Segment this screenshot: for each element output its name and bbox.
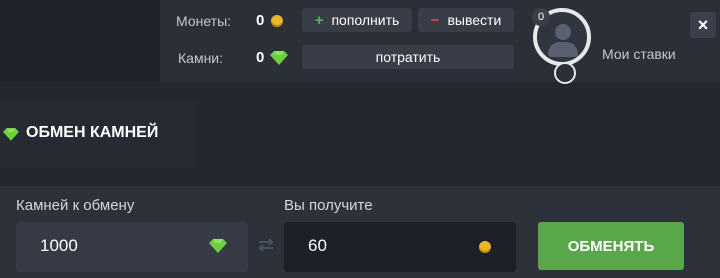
plus-icon: + xyxy=(314,11,324,29)
spend-label: потратить xyxy=(375,49,441,65)
coin-icon xyxy=(479,241,491,253)
coin-icon xyxy=(271,15,283,27)
gem-icon xyxy=(270,51,288,65)
spend-button[interactable]: потратить xyxy=(302,45,514,69)
you-receive-label: Вы получите xyxy=(284,197,373,214)
gem-icon xyxy=(209,239,227,253)
level-badge: 0 xyxy=(532,8,550,26)
exchange-button-label: ОБМЕНЯТЬ xyxy=(567,237,655,255)
withdraw-label: вывести xyxy=(447,12,502,28)
page-title: ОБМЕН КАМНЕЙ xyxy=(26,124,159,141)
user-avatar-body xyxy=(548,42,578,57)
close-icon: × xyxy=(697,14,709,35)
deposit-button[interactable]: + пополнить xyxy=(302,8,412,32)
top-left-panel xyxy=(0,0,160,82)
avatar-status-bubble xyxy=(554,62,576,84)
swap-arrows-icon xyxy=(258,238,274,252)
deposit-label: пополнить xyxy=(331,12,400,28)
gems-label: Камни: xyxy=(178,50,224,66)
gems-amount-value[interactable]: 1000 xyxy=(40,236,78,256)
minus-icon: − xyxy=(430,11,440,29)
withdraw-button[interactable]: − вывести xyxy=(418,8,514,32)
coins-value: 0 xyxy=(256,12,265,29)
exchange-button[interactable]: ОБМЕНЯТЬ xyxy=(538,222,684,270)
gem-icon xyxy=(3,128,19,141)
gems-value: 0 xyxy=(256,49,265,66)
coins-label: Монеты: xyxy=(176,13,232,29)
receive-amount-value: 60 xyxy=(308,236,327,255)
close-button[interactable]: × xyxy=(690,12,716,38)
user-avatar-icon xyxy=(555,24,571,40)
gems-to-exchange-label: Камней к обмену xyxy=(16,197,135,214)
my-bets-link[interactable]: Мои ставки xyxy=(602,46,676,62)
